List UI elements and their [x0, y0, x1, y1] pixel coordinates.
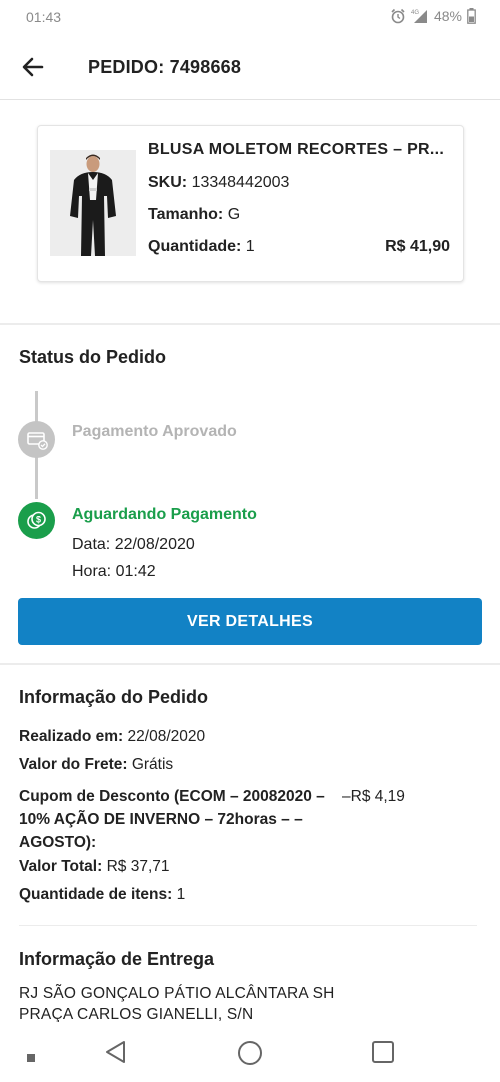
product-price: R$ 41,90: [385, 238, 450, 255]
size-label: Tamanho:: [148, 206, 224, 223]
arrow-left-icon: [22, 57, 44, 77]
product-size: Tamanho: G: [148, 206, 240, 224]
back-button[interactable]: [18, 52, 48, 82]
total-label: Valor Total:: [19, 858, 103, 875]
order-info-title: Informação do Pedido: [19, 687, 209, 707]
nav-dot-icon: [27, 1049, 35, 1067]
sku-label: SKU:: [148, 174, 188, 191]
total-row: Valor Total: R$ 37,71: [19, 858, 170, 876]
status-icons: 4G 48%: [390, 8, 476, 24]
shipping-value: Grátis: [131, 756, 174, 773]
section-divider: [0, 663, 500, 665]
coupon-label: Cupom de Desconto (ECOM – 20082020 – 10%…: [19, 788, 325, 851]
view-details-button[interactable]: VER DETALHES: [18, 598, 482, 645]
battery-icon: [467, 8, 476, 24]
sku-value: 13348442003: [191, 174, 290, 191]
triangle-back-icon: [106, 1041, 125, 1063]
items-value: 1: [176, 886, 186, 903]
circle-home-icon: [238, 1041, 262, 1065]
credit-card-check-icon: [18, 421, 55, 458]
status-time: Hora: 01:42: [72, 563, 156, 580]
alarm-icon: [390, 8, 406, 24]
size-value: G: [227, 206, 241, 223]
order-placed-row: Realizado em: 22/08/2020: [19, 728, 205, 746]
order-status-title: Status do Pedido: [19, 347, 167, 367]
placed-value: 22/08/2020: [127, 728, 206, 745]
section-divider: [19, 925, 477, 926]
product-sku: SKU: 13348442003: [148, 174, 289, 192]
status-time: 01:43: [26, 9, 62, 25]
system-nav-bar: [0, 1022, 500, 1082]
section-divider: [0, 323, 500, 325]
square-recents-icon: [372, 1041, 394, 1063]
shipping-label: Valor do Frete:: [19, 756, 128, 773]
product-name: BLUSA MOLETOM RECORTES – PR...: [148, 141, 445, 158]
status-step-awaiting: Aguardando Pagamento: [72, 506, 257, 523]
signal-icon: 4G: [411, 8, 429, 24]
status-step-approved: Pagamento Aprovado: [72, 423, 237, 440]
network-type: 4G: [411, 10, 419, 16]
nav-back-button[interactable]: [104, 1040, 128, 1069]
nav-recents-button[interactable]: [371, 1040, 395, 1069]
product-image: [50, 150, 136, 256]
app-header: PEDIDO: 7498668: [0, 34, 500, 100]
product-quantity: Quantidade: 1: [148, 238, 255, 256]
quantity-value: 1: [245, 238, 255, 255]
svg-text:$: $: [36, 515, 41, 525]
shipping-row: Valor do Frete: Grátis: [19, 756, 173, 774]
placed-label: Realizado em:: [19, 728, 124, 745]
items-row: Quantidade de itens: 1: [19, 886, 185, 904]
delivery-info-title: Informação de Entrega: [19, 949, 215, 969]
product-card[interactable]: BLUSA MOLETOM RECORTES – PR... SKU: 1334…: [37, 125, 464, 282]
battery-percent: 48%: [433, 8, 462, 24]
total-value: R$ 37,71: [106, 858, 170, 875]
status-date: Data: 22/08/2020: [72, 536, 195, 553]
page-title: PEDIDO: 7498668: [88, 57, 242, 77]
nav-home-button[interactable]: [237, 1040, 263, 1071]
money-icon: $: [18, 502, 55, 539]
quantity-label: Quantidade:: [148, 238, 242, 255]
status-bar: 01:43 4G 48%: [0, 0, 500, 34]
items-label: Quantidade de itens:: [19, 886, 173, 903]
coupon-value: –R$ 4,19: [342, 788, 405, 805]
address-line-1: RJ SÃO GONÇALO PÁTIO ALCÂNTARA SH: [19, 985, 335, 1002]
